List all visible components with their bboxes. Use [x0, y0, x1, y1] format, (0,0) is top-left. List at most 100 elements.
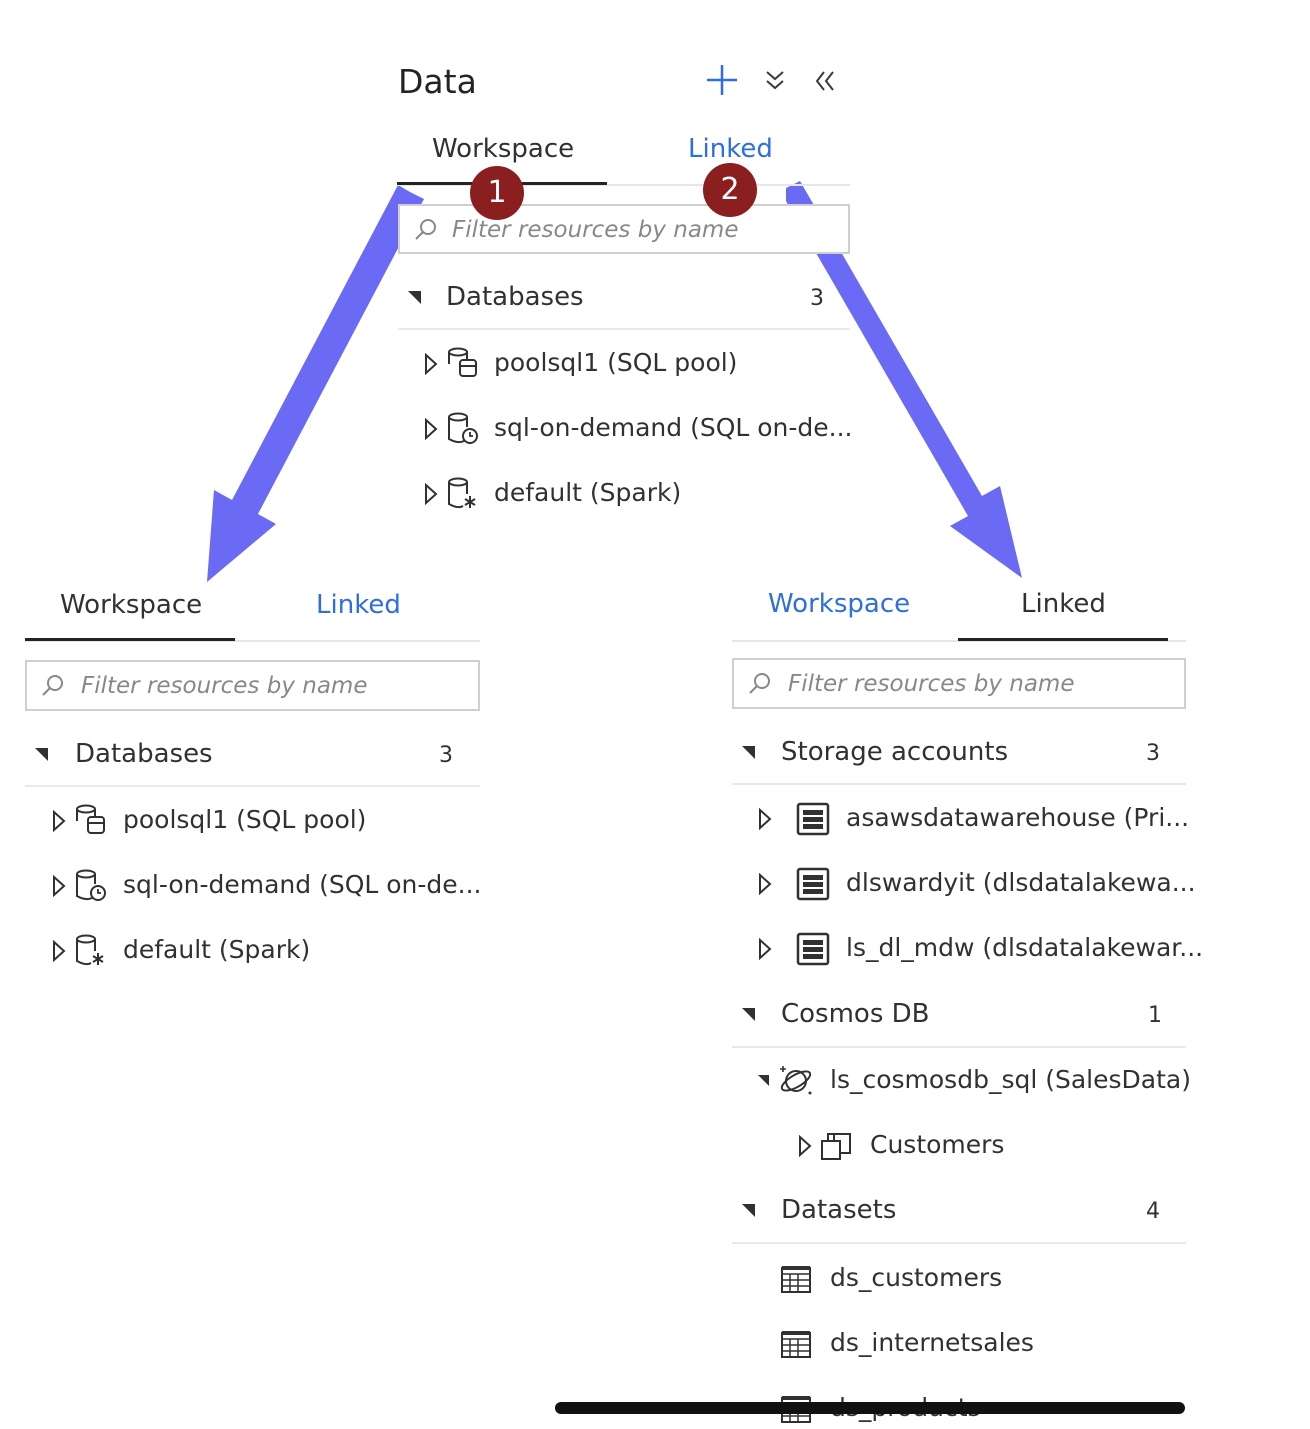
tree-item-sql-on-demand[interactable]: sql-on-demand (SQL on-de...	[420, 411, 853, 451]
item-label: ds_internetsales	[830, 1328, 1034, 1357]
expand-caret-icon	[53, 810, 66, 832]
expand-all-button[interactable]	[764, 68, 786, 94]
tab-linked[interactable]: Linked	[688, 134, 773, 164]
expand-caret-icon	[425, 418, 438, 440]
group-label: Storage accounts	[781, 737, 1009, 767]
home-indicator-bar	[555, 1402, 1185, 1414]
tab-linked[interactable]: Linked	[316, 590, 401, 620]
collapse-caret-icon	[408, 291, 421, 304]
expand-caret-icon	[53, 875, 66, 897]
group-label: Databases	[446, 282, 584, 312]
spark-database-icon	[76, 934, 104, 966]
tree-item-cosmosdb-linked-service[interactable]: ls_cosmosdb_sql (SalesData)	[756, 1063, 1191, 1103]
item-label: ls_cosmosdb_sql (SalesData)	[830, 1065, 1191, 1094]
collapse-caret-icon	[742, 1204, 755, 1217]
item-label: default (Spark)	[123, 935, 311, 964]
group-separator	[398, 328, 850, 330]
expand-caret-icon	[759, 873, 772, 895]
group-separator	[732, 1242, 1186, 1244]
cosmos-db-group[interactable]: Cosmos DB 1	[732, 997, 1186, 1037]
tab-active-underline	[958, 638, 1168, 641]
tree-item-customers-container[interactable]: Customers	[796, 1128, 1186, 1168]
collapse-caret-icon	[742, 746, 755, 759]
spark-database-icon	[448, 477, 476, 509]
collapse-caret-icon	[742, 1008, 755, 1021]
tree-item-dataset[interactable]: ds_customers	[776, 1261, 1186, 1301]
tree-item-poolsql1[interactable]: poolsql1 (SQL pool)	[420, 346, 850, 386]
sql-pool-icon	[76, 804, 105, 834]
tree-item-default-spark[interactable]: default (Spark)	[48, 933, 480, 973]
datasets-group[interactable]: Datasets 4	[732, 1193, 1186, 1233]
filter-placeholder: Filter resources by name	[788, 671, 1075, 697]
dataset-table-icon	[781, 1331, 811, 1358]
item-label: poolsql1 (SQL pool)	[494, 348, 738, 377]
expand-caret-icon	[53, 940, 66, 962]
item-label: poolsql1 (SQL pool)	[123, 805, 367, 834]
databases-group[interactable]: Databases 3	[25, 737, 480, 777]
callout-badge-2: 2	[703, 163, 757, 217]
item-label: dlswardyit (dlsdatalakewa...	[846, 868, 1196, 897]
container-icon	[821, 1133, 851, 1160]
item-label: sql-on-demand (SQL on-de...	[494, 413, 853, 442]
tab-active-underline	[25, 638, 235, 641]
item-label: ls_dl_mdw (dlsdatalakewar...	[846, 933, 1204, 962]
add-button[interactable]	[704, 62, 740, 98]
group-count: 3	[439, 743, 453, 768]
collapse-caret-icon	[758, 1075, 769, 1086]
item-label: default (Spark)	[494, 478, 682, 507]
arrow-left	[207, 185, 424, 582]
item-label: ds_customers	[830, 1263, 1003, 1292]
plus-icon	[707, 65, 737, 95]
group-count: 4	[1146, 1199, 1160, 1224]
group-label: Databases	[75, 739, 213, 769]
filter-input[interactable]: Filter resources by name	[732, 658, 1186, 709]
tab-workspace[interactable]: Workspace	[60, 590, 202, 620]
filter-placeholder: Filter resources by name	[81, 673, 368, 699]
item-label: sql-on-demand (SQL on-de...	[123, 870, 482, 899]
search-icon	[749, 673, 770, 694]
tree-item-storage-account[interactable]: ls_dl_mdw (dlsdatalakewar...	[756, 931, 1203, 971]
storage-accounts-group[interactable]: Storage accounts 3	[732, 735, 1186, 775]
tree-item-sql-on-demand[interactable]: sql-on-demand (SQL on-de...	[48, 868, 482, 908]
double-chevron-down-icon	[766, 71, 784, 90]
tab-workspace[interactable]: Workspace	[768, 589, 910, 619]
collapse-caret-icon	[35, 748, 48, 761]
group-count: 1	[1148, 1003, 1162, 1028]
group-label: Cosmos DB	[781, 999, 930, 1029]
sql-on-demand-icon	[76, 869, 106, 901]
expand-caret-icon	[759, 808, 772, 830]
group-separator	[732, 1046, 1186, 1048]
filter-input[interactable]: Filter resources by name	[398, 204, 850, 254]
filter-placeholder: Filter resources by name	[452, 217, 739, 243]
storage-account-icon	[796, 802, 830, 836]
page-title: Data	[398, 62, 477, 101]
tab-linked[interactable]: Linked	[1021, 589, 1106, 619]
tree-item-dataset[interactable]: ds_internetsales	[776, 1326, 1186, 1366]
tree-item-poolsql1[interactable]: poolsql1 (SQL pool)	[48, 803, 480, 843]
expand-caret-icon	[799, 1135, 812, 1157]
tab-workspace[interactable]: Workspace	[432, 134, 574, 164]
databases-group[interactable]: Databases 3	[398, 280, 850, 320]
group-separator	[25, 785, 480, 787]
group-count: 3	[810, 286, 824, 311]
tree-item-default-spark[interactable]: default (Spark)	[420, 476, 850, 516]
expand-caret-icon	[425, 353, 438, 375]
collapse-panel-button[interactable]	[812, 68, 838, 94]
dataset-table-icon	[781, 1266, 811, 1293]
expand-caret-icon	[759, 938, 772, 960]
group-count: 3	[1146, 741, 1160, 766]
sql-pool-icon	[448, 347, 477, 377]
item-label: Customers	[870, 1130, 1005, 1159]
double-chevron-left-icon	[815, 71, 834, 91]
group-separator	[732, 783, 1186, 785]
search-icon	[42, 675, 63, 696]
tree-item-storage-account[interactable]: dlswardyit (dlsdatalakewa...	[756, 866, 1196, 906]
callout-badge-1: 1	[470, 166, 524, 220]
cosmos-db-icon	[780, 1066, 812, 1095]
item-label: asawsdatawarehouse (Pri...	[846, 803, 1190, 832]
group-label: Datasets	[781, 1195, 897, 1225]
tree-item-storage-account[interactable]: asawsdatawarehouse (Pri...	[756, 801, 1190, 841]
filter-input[interactable]: Filter resources by name	[25, 660, 480, 711]
storage-account-icon	[796, 867, 830, 901]
search-icon	[415, 219, 436, 240]
